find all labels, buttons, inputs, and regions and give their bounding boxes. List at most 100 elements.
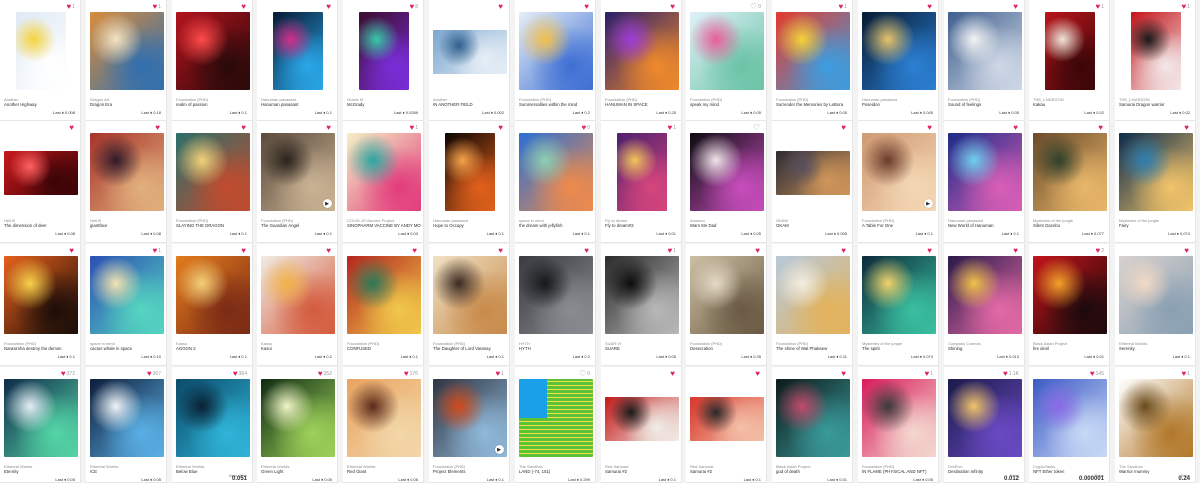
nft-title[interactable]: Eternity [4,469,78,474]
like-button[interactable]: ♥ [326,3,332,11]
like-button[interactable]: ♥ [755,247,761,255]
nft-card[interactable]: ♡ Amazon Warn Me Dad Last ♦ 0.05 [686,121,767,243]
nft-title[interactable]: Serenity [1119,346,1193,351]
like-button[interactable]: ♥ [1013,247,1019,255]
nft-artwork[interactable] [689,12,764,90]
nft-card[interactable]: ♡ 0 The Sandbox LAND (-74, 151) Last ♦ 0.299 [515,367,596,483]
nft-artwork[interactable] [775,12,850,90]
like-button[interactable]: ♥ 1 [409,124,418,132]
nft-card[interactable]: ♥ Foundation (PHD) Summersalties within th… [515,0,596,121]
nft-card[interactable]: ♥ 0 space in mind the dream with jellyfish L… [515,121,596,243]
play-icon[interactable]: ▶ [923,199,933,208]
nft-card[interactable]: ♥ ▶ Foundation (PHD) The Guardian Angel Last… [257,121,338,243]
like-button[interactable]: ♥ 364 [233,370,247,378]
like-button[interactable]: ♥ [1184,247,1190,255]
nft-card[interactable]: ♥ Red Samurai Samurai #2 Last ♦ 0.1 [686,367,767,483]
nft-card[interactable]: ♥ Hanuman panasant New World of Hanuman Las… [944,121,1025,243]
nft-card[interactable]: ♥ OKAM OKAM Last ♦ 0.005 [772,121,853,243]
like-button[interactable]: ♥ 1 [1181,3,1190,11]
nft-artwork[interactable] [861,12,936,90]
nft-artwork[interactable] [775,151,850,195]
nft-card[interactable]: ♥ 1 THE_LIVARGON Kakau Last ♦ 0.02 [1029,0,1110,121]
like-button[interactable]: ♥ 2 [1095,247,1104,255]
nft-title[interactable]: Kakau [1033,102,1107,107]
like-button[interactable]: ♥ 1 [66,3,75,11]
nft-card[interactable]: ♡ 0 Foundation (PHD) speak my mind Last ♦ 0.… [686,0,767,121]
like-button[interactable]: ♥ [670,370,676,378]
nft-artwork[interactable] [1118,133,1193,211]
nft-card[interactable]: ♥ 2 Black Asian Project fire devil Last ♦ 0.… [1029,244,1110,366]
nft-title[interactable]: SLAYING THE DRAGON [176,223,250,228]
nft-title[interactable]: god of death [776,469,850,474]
nft-title[interactable]: AGGON 2 [176,346,250,351]
like-button[interactable]: ♥ [755,370,761,378]
nft-title[interactable]: The Daughter of Lord Varanay [433,346,507,351]
nft-artwork[interactable] [175,133,250,211]
nft-card[interactable]: ♥ Foundation (PHD) Desecration Last ♦ 0.35 [686,244,767,366]
like-button[interactable]: ♥ 1 [667,124,676,132]
nft-title[interactable]: Green Light [261,469,335,474]
nft-card[interactable]: ♥ 1 Foundation (PHD) IN FLAME (PHYSICAL AND… [858,367,939,483]
like-button[interactable]: ♥ [326,247,332,255]
nft-card[interactable]: ♥ 1 SUAR VI SUARE Last ♦ 0.05 [601,244,682,366]
like-button[interactable]: ♥ [841,247,847,255]
nft-artwork[interactable] [861,379,936,457]
like-button[interactable]: ♥ [412,247,418,255]
nft-card[interactable]: ♥ 1 Another Another Highway Last ♦ 0.008 [0,0,81,121]
nft-artwork[interactable] [775,256,850,334]
nft-artwork[interactable] [175,12,250,90]
nft-title[interactable]: The shine of Wat Phakaew [776,346,850,351]
nft-artwork[interactable] [689,256,764,334]
nft-card[interactable]: ♥ Mysteries of the jungle Fairy Last ♦ 0.07… [1115,121,1196,243]
nft-title[interactable]: LAND (-74, 151) [519,469,593,474]
like-button[interactable]: ♥ [498,3,504,11]
like-button[interactable]: ♡ [753,124,761,132]
nft-card[interactable]: ♥ Foundation (PHD) Sound of feelings Last ♦… [944,0,1025,121]
nft-title[interactable]: New World of Hanuman [948,223,1022,228]
nft-artwork[interactable] [604,256,679,334]
nft-card[interactable]: ♥ Foundation (PHD) CONFUSED Last ♦ 0.1 [343,244,424,366]
like-button[interactable]: ♥ [498,124,504,132]
like-button[interactable]: ♥ [1184,124,1190,132]
nft-artwork[interactable] [346,133,421,211]
nft-artwork[interactable] [432,30,507,74]
nft-title[interactable]: A Table For One [862,223,936,228]
like-button[interactable]: ♥ 1 [495,370,504,378]
nft-title[interactable]: Hope to Occupy [433,223,507,228]
nft-artwork[interactable] [861,256,936,334]
nft-card[interactable]: ♥ Foundation (PHD) The shine of Wat Phakae… [772,244,853,366]
nft-title[interactable]: Surrender the Memories by LeBora [776,102,850,107]
nft-artwork[interactable] [260,256,335,334]
nft-card[interactable]: ♥ 1 COVID-19 Vaccine Project SINOPHARM VACC… [343,121,424,243]
nft-card[interactable]: ♥ 1 ▶ Foundation (PHD) Project Elements Last … [429,367,510,483]
like-button[interactable]: ♥ [1098,124,1104,132]
nft-artwork[interactable] [89,256,164,334]
nft-title[interactable]: realm of passion [176,102,250,107]
nft-title[interactable]: fire devil [1033,346,1107,351]
nft-title[interactable]: The spirit [862,346,936,351]
like-button[interactable]: ♥ [584,247,590,255]
like-button[interactable]: ♥ [1013,3,1019,11]
like-button[interactable]: ♥ 1 [924,370,933,378]
nft-artwork[interactable] [947,12,1022,90]
nft-artwork[interactable] [947,256,1022,334]
nft-artwork[interactable] [346,256,421,334]
nft-card[interactable]: ♥ HYTH HYTH Last ♦ 0.2 [515,244,596,366]
nft-card[interactable]: ♥ 1 The Sandbox Warrior mummy Price 0.24 [1115,367,1196,483]
nft-artwork[interactable] [616,133,667,211]
nft-artwork[interactable] [518,12,593,90]
nft-title[interactable]: SINOPHARM VACCINE BY ANDY MOCKARO [347,223,421,228]
nft-card[interactable]: ♥ Foundation (PHD) HANUMAN IN SPACE Last ♦ … [601,0,682,121]
like-button[interactable]: ♥ 176 [404,370,418,378]
like-button[interactable]: ♥ 1 [667,247,676,255]
nft-artwork[interactable] [3,256,78,334]
nft-artwork[interactable] [346,379,421,457]
nft-title[interactable]: Shining [948,346,1022,351]
like-button[interactable]: ♥ [69,124,75,132]
nft-card[interactable]: ♥ 176 Ethereal Worlds Red Giant Last ♦ 0.06 [343,367,424,483]
like-button[interactable]: ♥ 372 [61,370,75,378]
play-icon[interactable]: ▶ [494,445,504,454]
nft-title[interactable]: Summersalties within the mind [519,102,593,107]
nft-title[interactable]: Fly to dream#2 [605,223,679,228]
nft-card[interactable]: ♥ 8 Oracle III McGrady Last ♦ 0.0289 [343,0,424,121]
